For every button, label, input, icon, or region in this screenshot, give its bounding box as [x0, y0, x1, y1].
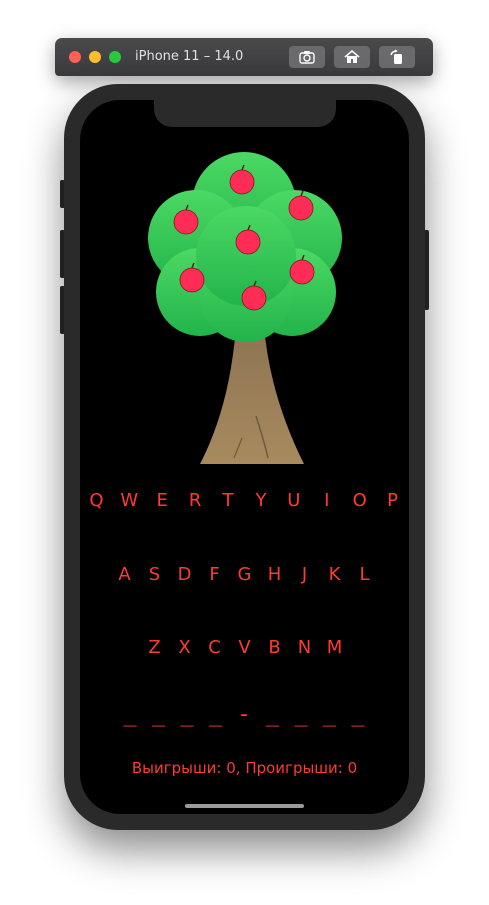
rotate-button[interactable] — [379, 46, 415, 68]
tree-trunk — [200, 326, 304, 464]
key-z[interactable]: Z — [140, 637, 170, 659]
key-r[interactable]: R — [179, 490, 212, 512]
apple-tree-image — [148, 152, 342, 464]
key-o[interactable]: O — [343, 490, 376, 512]
home-button[interactable] — [334, 46, 370, 68]
word-display: _ _ _ _ - _ _ _ _ — [123, 702, 366, 727]
key-a[interactable]: A — [110, 564, 140, 586]
key-g[interactable]: G — [230, 564, 260, 586]
keyboard-row-2: ASDFGHJKL — [80, 564, 409, 586]
zoom-window-button[interactable] — [109, 51, 121, 63]
key-q[interactable]: Q — [80, 490, 113, 512]
key-c[interactable]: C — [200, 637, 230, 659]
key-t[interactable]: T — [212, 490, 245, 512]
key-x[interactable]: X — [170, 637, 200, 659]
camera-icon — [299, 51, 315, 64]
home-indicator[interactable] — [185, 804, 304, 808]
rotate-icon — [390, 49, 402, 64]
key-u[interactable]: U — [277, 490, 310, 512]
key-n[interactable]: N — [290, 637, 320, 659]
home-icon — [344, 49, 360, 63]
keyboard-row-1: QWERTYUIOP — [80, 490, 409, 512]
key-h[interactable]: H — [260, 564, 290, 586]
app-screen: QWERTYUIOP ASDFGHJKL ZXCVBNM _ _ _ _ - _… — [80, 100, 409, 814]
key-e[interactable]: E — [146, 490, 179, 512]
key-j[interactable]: J — [290, 564, 320, 586]
key-b[interactable]: B — [260, 637, 290, 659]
window-title: iPhone 11 – 14.0 — [135, 49, 244, 64]
key-s[interactable]: S — [140, 564, 170, 586]
key-i[interactable]: I — [310, 490, 343, 512]
close-window-button[interactable] — [69, 51, 81, 63]
key-p[interactable]: P — [376, 490, 409, 512]
notch — [154, 100, 336, 127]
screenshot-button[interactable] — [289, 46, 325, 68]
key-d[interactable]: D — [170, 564, 200, 586]
score-label: Выигрыши: 0, Проигрыши: 0 — [131, 759, 358, 777]
key-m[interactable]: M — [320, 637, 350, 659]
key-l[interactable]: L — [350, 564, 380, 586]
key-y[interactable]: Y — [245, 490, 278, 512]
minimize-window-button[interactable] — [89, 51, 101, 63]
key-f[interactable]: F — [200, 564, 230, 586]
key-w[interactable]: W — [113, 490, 146, 512]
key-v[interactable]: V — [230, 637, 260, 659]
key-k[interactable]: K — [320, 564, 350, 586]
keyboard-row-3: ZXCVBNM — [80, 637, 409, 659]
simulator-titlebar: iPhone 11 – 14.0 — [55, 38, 433, 76]
